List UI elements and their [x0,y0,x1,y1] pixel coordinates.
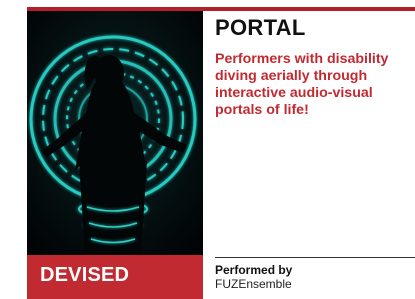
show-card: DEVISED PORTAL Performers with disabilit… [0,0,415,299]
category-label: DEVISED [40,264,130,286]
show-description: Performers with disability diving aerial… [215,51,389,118]
portal-image [27,11,203,255]
category-badge: DEVISED [27,255,203,299]
show-photo [27,11,203,255]
performer-name: FUZEnsemble [215,277,292,291]
show-title: PORTAL [215,15,306,40]
credits-divider [215,257,415,258]
performed-by-label: Performed by [215,263,293,277]
